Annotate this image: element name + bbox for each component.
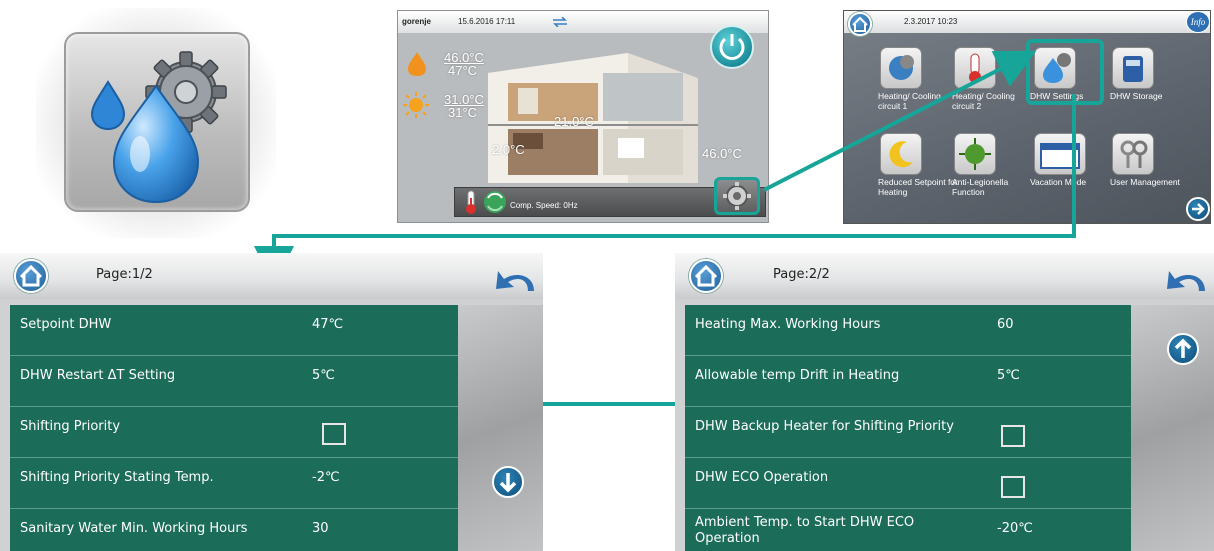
setting-label: Shifting Priority [20,419,121,434]
scroll-up-button[interactable] [1167,333,1199,365]
setting-row-eco-operation[interactable]: DHW ECO Operation [685,458,1131,509]
setting-row-setpoint-dhw[interactable]: Setpoint DHW 47℃ [10,305,458,356]
setting-row-dhw-restart[interactable]: DHW Restart ΔT Setting 5℃ [10,356,458,407]
setting-label: DHW Restart ΔT Setting [20,368,176,383]
page1-scroll-area [458,305,543,551]
backup-heater-checkbox[interactable] [1001,425,1025,447]
page2-home-button[interactable] [689,259,723,293]
eco-operation-checkbox[interactable] [1001,476,1025,498]
page1-header [0,253,543,299]
setting-row-backup-heater[interactable]: DHW Backup Heater for Shifting Priority [685,407,1131,458]
arrow-down-icon [499,473,517,493]
page2-label: Page:2/2 [773,267,830,282]
setting-row-heating-max-hours[interactable]: Heating Max. Working Hours 60 [685,305,1131,356]
setting-label: DHW ECO Operation [695,470,829,485]
setting-label: Ambient Temp. to Start DHW ECO Operation [695,515,915,546]
setting-value[interactable]: -2℃ [312,470,340,485]
setting-value[interactable]: 30 [312,521,329,536]
shifting-priority-checkbox[interactable] [322,423,346,445]
home-icon [19,264,43,287]
back-arrow-icon[interactable] [1165,265,1209,295]
dhw-settings-page-2: Page:2/2 Heating Max. Working Hours 60 A… [675,253,1214,551]
page1-label: Page:1/2 [96,267,153,282]
setting-label: Sanitary Water Min. Working Hours [20,521,248,536]
setting-row-eco-ambient-temp[interactable]: Ambient Temp. to Start DHW ECO Operation… [685,509,1131,551]
arrow-up-icon [1174,338,1192,358]
scroll-down-button[interactable] [492,466,524,498]
setting-value[interactable]: 5℃ [997,368,1020,383]
setting-row-shifting-priority[interactable]: Shifting Priority [10,407,458,458]
back-arrow-icon[interactable] [494,265,538,295]
setting-value[interactable]: 60 [997,317,1014,332]
setting-label: DHW Backup Heater for Shifting Priority [695,419,954,434]
setting-label: Setpoint DHW [20,317,112,332]
page2-header [675,253,1214,299]
dhw-settings-page-1: Page:1/2 Setpoint DHW 47℃ DHW Restart ΔT… [0,253,543,551]
page1-home-button[interactable] [14,259,48,293]
home-icon [694,264,718,287]
setting-row-sanitary-hours[interactable]: Sanitary Water Min. Working Hours 30 [10,509,458,551]
setting-label: Heating Max. Working Hours [695,317,881,332]
setting-row-shifting-priority-temp[interactable]: Shifting Priority Stating Temp. -2℃ [10,458,458,509]
setting-label: Allowable temp Drift in Heating [695,368,900,383]
setting-row-temp-drift[interactable]: Allowable temp Drift in Heating 5℃ [685,356,1131,407]
setting-value[interactable]: 47℃ [312,317,343,332]
setting-value[interactable]: 5℃ [312,368,335,383]
setting-label: Shifting Priority Stating Temp. [20,470,214,485]
setting-value[interactable]: -20℃ [997,521,1033,536]
